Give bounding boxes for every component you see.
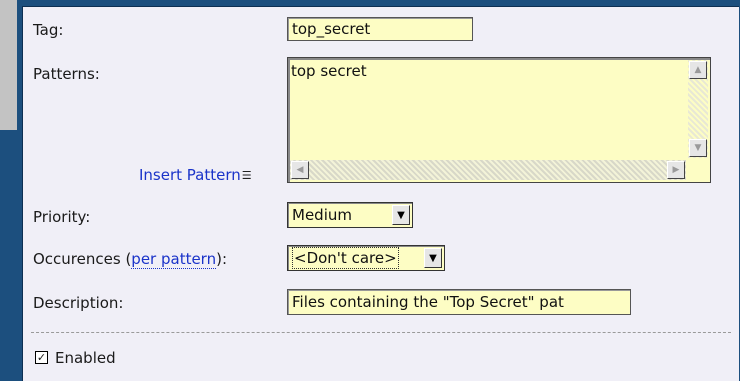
scroll-right-button[interactable]: ▶ (667, 161, 685, 179)
occurences-label-text: Occurences ( (33, 250, 132, 268)
priority-selected-value: Medium (292, 206, 352, 224)
insert-pattern-label: Insert Pattern (139, 166, 241, 184)
patterns-label: Patterns: (33, 65, 100, 83)
patterns-textarea-box: top secret ▲ ▼ ◀ ▶ (287, 57, 711, 183)
checkmark-icon: ✓ (36, 351, 47, 364)
scroll-left-button[interactable]: ◀ (291, 161, 309, 179)
scroll-left-icon: ◀ (296, 164, 304, 175)
occurences-selected-value: <Don't care> (292, 247, 399, 269)
patterns-horizontal-scrollbar[interactable]: ◀ ▶ (290, 160, 686, 180)
insert-pattern-link[interactable]: Insert Pattern☰ (139, 166, 252, 184)
tag-input[interactable] (287, 17, 473, 41)
scroll-right-icon: ▶ (672, 164, 680, 175)
occurences-label: Occurences (per pattern): (33, 250, 228, 269)
scroll-down-icon: ▼ (694, 142, 702, 153)
menu-lines-icon[interactable]: ☰ (242, 169, 252, 182)
scroll-up-icon: ▲ (694, 64, 702, 75)
enabled-label[interactable]: Enabled (55, 349, 116, 367)
section-divider (31, 332, 731, 333)
tag-label: Tag: (33, 21, 64, 39)
occurences-label-suffix: ): (216, 250, 228, 268)
chevron-down-icon[interactable]: ▼ (424, 248, 442, 268)
left-gray-strip (0, 0, 17, 130)
scroll-up-button[interactable]: ▲ (689, 61, 707, 79)
per-pattern-link[interactable]: per pattern (131, 250, 217, 269)
priority-label: Priority: (33, 208, 91, 226)
occurences-select[interactable]: <Don't care> ▼ (287, 245, 445, 271)
scroll-down-button[interactable]: ▼ (689, 139, 707, 157)
enabled-checkbox[interactable]: ✓ (35, 351, 48, 364)
description-input[interactable] (287, 289, 631, 315)
priority-select[interactable]: Medium ▼ (287, 202, 413, 228)
patterns-vertical-scrollbar[interactable]: ▲ ▼ (688, 60, 708, 158)
chevron-down-icon[interactable]: ▼ (392, 205, 410, 225)
patterns-textarea[interactable]: top secret (291, 62, 686, 158)
scrollbar-corner (688, 160, 708, 180)
tag-settings-panel: Tag: Patterns: top secret ▲ ▼ ◀ ▶ Insert… (22, 6, 739, 381)
description-label: Description: (33, 294, 124, 312)
